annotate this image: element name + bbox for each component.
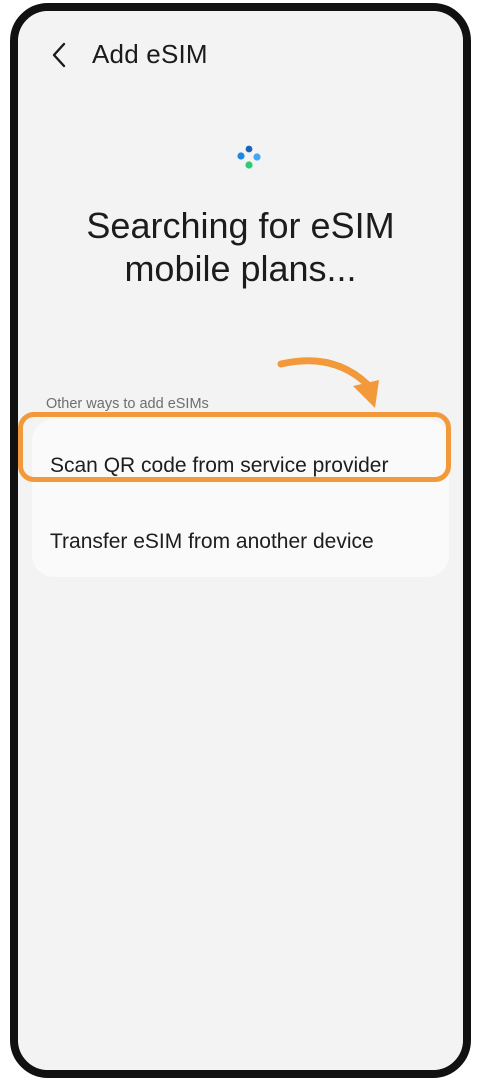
chevron-left-icon [52, 42, 66, 68]
screen: Add eSIM Searching for eSIM mobile plans… [18, 11, 463, 1070]
searching-headline: Searching for eSIM mobile plans... [38, 204, 443, 290]
back-button[interactable] [43, 35, 75, 75]
phone-frame: Add eSIM Searching for eSIM mobile plans… [10, 3, 471, 1078]
transfer-esim-option[interactable]: Transfer eSIM from another device [50, 530, 374, 554]
headline-line-1: Searching for eSIM [86, 205, 395, 246]
headline-line-2: mobile plans... [124, 248, 357, 289]
other-ways-label: Other ways to add eSIMs [46, 396, 209, 412]
page-title: Add eSIM [92, 39, 208, 69]
searching-dots-icon [237, 145, 261, 169]
app-bar: Add eSIM [18, 11, 463, 95]
scan-qr-code-option[interactable]: Scan QR code from service provider [50, 454, 388, 478]
other-ways-card: Scan QR code from service provider Trans… [32, 419, 449, 577]
